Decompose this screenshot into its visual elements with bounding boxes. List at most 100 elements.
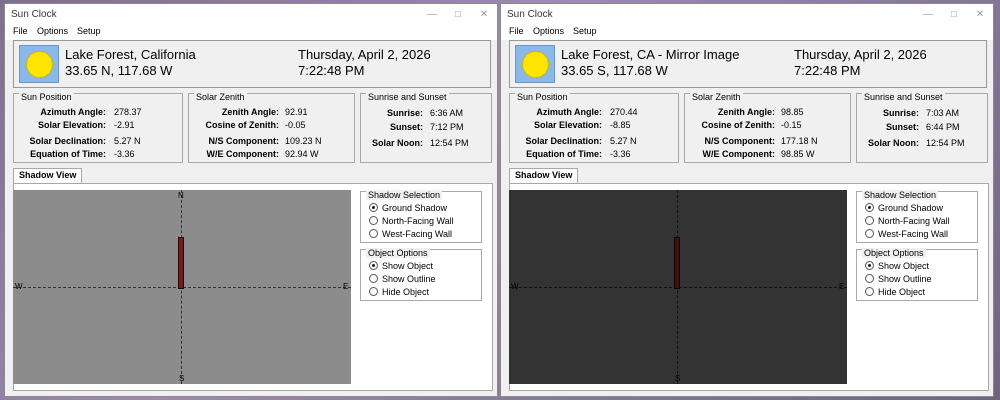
- sun-position-group: Sun Position Azimuth Angle: 270.44 Solar…: [509, 92, 679, 163]
- radio-ground-shadow[interactable]: Ground Shadow: [369, 203, 447, 213]
- north-label: N: [178, 191, 184, 200]
- elevation-value: -2.91: [114, 120, 135, 130]
- shadow-object: [674, 237, 680, 289]
- zenith-angle-value: 98.85: [781, 107, 804, 117]
- location-coords: 33.65 N, 117.68 W: [65, 63, 173, 78]
- radio-icon: [865, 274, 874, 283]
- azimuth-label: Azimuth Angle:: [536, 107, 602, 117]
- group-title: Sunrise and Sunset: [366, 92, 449, 102]
- east-label: E: [839, 282, 845, 291]
- close-icon[interactable]: ✕: [967, 4, 993, 24]
- sunset-label: Sunset:: [885, 122, 919, 132]
- sun-icon: [19, 45, 59, 83]
- tab-shadow-view[interactable]: Shadow View: [13, 168, 83, 183]
- ns-component-value: 177.18 N: [781, 136, 818, 146]
- cosine-value: -0.05: [285, 120, 306, 130]
- radio-icon: [865, 287, 874, 296]
- sunrise-value: 6:36 AM: [430, 108, 464, 118]
- declination-label: Solar Declination:: [29, 136, 106, 146]
- radio-icon: [865, 216, 874, 225]
- sunrise-value: 7:03 AM: [926, 108, 960, 118]
- radio-north-facing-wall[interactable]: North-Facing Wall: [369, 216, 454, 226]
- sunset-value: 6:44 PM: [926, 122, 960, 132]
- radio-show-outline[interactable]: Show Outline: [865, 274, 932, 284]
- sun-icon: [515, 45, 555, 83]
- equation-label: Equation of Time:: [526, 149, 602, 159]
- maximize-icon[interactable]: □: [941, 4, 967, 24]
- group-title: Solar Zenith: [690, 92, 743, 102]
- sunset-value: 7:12 PM: [430, 122, 464, 132]
- menu-setup[interactable]: Setup: [77, 26, 101, 36]
- elevation-label: Solar Elevation:: [37, 120, 106, 130]
- minimize-icon[interactable]: —: [419, 4, 445, 24]
- shadow-object: [178, 237, 184, 289]
- window-title: Sun Clock: [507, 9, 553, 20]
- menu-options[interactable]: Options: [533, 26, 564, 36]
- location-header: Lake Forest, CA - Mirror Image 33.65 S, …: [509, 40, 987, 88]
- group-title: Sun Position: [19, 92, 74, 102]
- group-title: Sun Position: [515, 92, 570, 102]
- radio-label: Hide Object: [878, 287, 926, 297]
- radio-label: North-Facing Wall: [382, 216, 454, 226]
- minimize-icon[interactable]: —: [915, 4, 941, 24]
- group-title: Solar Zenith: [194, 92, 247, 102]
- radio-west-facing-wall[interactable]: West-Facing Wall: [865, 229, 948, 239]
- solar-noon-value: 12:54 PM: [926, 138, 965, 148]
- radio-label: Show Outline: [878, 274, 932, 284]
- radio-ground-shadow[interactable]: Ground Shadow: [865, 203, 943, 213]
- object-options-group: Object Options Show Object Show Outline …: [360, 248, 482, 301]
- radio-hide-object[interactable]: Hide Object: [369, 287, 429, 297]
- menu-file[interactable]: File: [509, 26, 524, 36]
- cosine-label: Cosine of Zenith:: [701, 120, 776, 130]
- shadow-canvas[interactable]: N S W E: [13, 190, 351, 384]
- azimuth-label: Azimuth Angle:: [40, 107, 106, 117]
- tab-shadow-view[interactable]: Shadow View: [509, 168, 579, 183]
- radio-icon: [369, 287, 378, 296]
- radio-show-object[interactable]: Show Object: [865, 261, 929, 271]
- solar-zenith-group: Solar Zenith Zenith Angle: 92.91 Cosine …: [188, 92, 355, 163]
- menu-file[interactable]: File: [13, 26, 28, 36]
- radio-label: North-Facing Wall: [878, 216, 950, 226]
- solar-zenith-group: Solar Zenith Zenith Angle: 98.85 Cosine …: [684, 92, 851, 163]
- solar-noon-value: 12:54 PM: [430, 138, 469, 148]
- current-time: 7:22:48 PM: [298, 63, 365, 78]
- radio-selected-icon: [865, 261, 874, 270]
- declination-value: 5.27 N: [610, 136, 637, 146]
- shadow-canvas[interactable]: S W E: [509, 190, 847, 384]
- azimuth-value: 278.37: [114, 107, 142, 117]
- current-time: 7:22:48 PM: [794, 63, 861, 78]
- radio-north-facing-wall[interactable]: North-Facing Wall: [865, 216, 950, 226]
- radio-icon: [865, 229, 874, 238]
- solar-noon-label: Solar Noon:: [868, 138, 919, 148]
- radio-icon: [369, 274, 378, 283]
- title-bar[interactable]: Sun Clock — □ ✕: [5, 4, 497, 24]
- radio-show-outline[interactable]: Show Outline: [369, 274, 436, 284]
- menu-options[interactable]: Options: [37, 26, 68, 36]
- sun-position-group: Sun Position Azimuth Angle: 278.37 Solar…: [13, 92, 183, 163]
- solar-noon-label: Solar Noon:: [372, 138, 423, 148]
- location-name: Lake Forest, California: [65, 47, 196, 62]
- radio-show-object[interactable]: Show Object: [369, 261, 433, 271]
- group-title: Object Options: [366, 248, 430, 258]
- object-options-group: Object Options Show Object Show Outline …: [856, 248, 978, 301]
- maximize-icon[interactable]: □: [445, 4, 471, 24]
- current-date: Thursday, April 2, 2026: [794, 47, 927, 62]
- sunset-label: Sunset:: [389, 122, 423, 132]
- south-label: S: [675, 374, 681, 383]
- equation-value: -3.36: [610, 149, 631, 159]
- radio-icon: [369, 229, 378, 238]
- title-bar[interactable]: Sun Clock — □ ✕: [501, 4, 993, 24]
- radio-label: Ground Shadow: [382, 203, 448, 213]
- menu-setup[interactable]: Setup: [573, 26, 597, 36]
- radio-label: Ground Shadow: [878, 203, 944, 213]
- close-icon[interactable]: ✕: [471, 4, 497, 24]
- azimuth-value: 270.44: [610, 107, 638, 117]
- radio-west-facing-wall[interactable]: West-Facing Wall: [369, 229, 452, 239]
- radio-selected-icon: [369, 203, 378, 212]
- location-header: Lake Forest, California 33.65 N, 117.68 …: [13, 40, 491, 88]
- we-component-value: 98.85 W: [781, 149, 815, 159]
- zenith-angle-label: Zenith Angle:: [221, 107, 279, 117]
- radio-hide-object[interactable]: Hide Object: [865, 287, 925, 297]
- sun-clock-window-2: Sun Clock — □ ✕ File Options Setup Lake …: [500, 3, 994, 397]
- location-coords: 33.65 S, 117.68 W: [561, 63, 668, 78]
